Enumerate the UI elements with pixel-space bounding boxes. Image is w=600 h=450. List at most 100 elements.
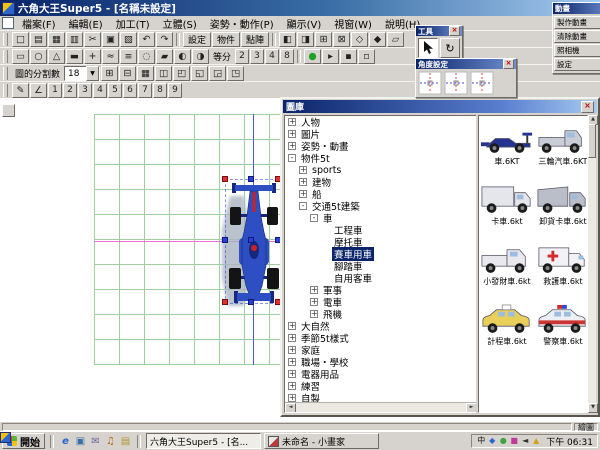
- tree-expand-box[interactable]: -: [299, 202, 307, 210]
- toolbar-grip[interactable]: [3, 33, 8, 46]
- divide-count-button[interactable]: 8: [280, 49, 295, 64]
- library-thumbnail[interactable]: 小發財車.6kt: [479, 238, 535, 298]
- menu-item[interactable]: 加工(T): [110, 16, 156, 31]
- tools-palette-title-bar[interactable]: 工具 ×: [416, 26, 462, 36]
- toolbar-icon[interactable]: ◫: [155, 66, 173, 81]
- chevron-down-icon[interactable]: ▼: [86, 66, 100, 81]
- line-tool-icon[interactable]: ▬: [66, 49, 83, 64]
- tray-icon[interactable]: ▲: [531, 436, 541, 446]
- angle-palette-title-bar[interactable]: 角度設定 ×: [416, 59, 516, 69]
- digit-button[interactable]: 5: [108, 83, 122, 98]
- toolbar-icon[interactable]: ▸: [322, 49, 340, 64]
- taskbar-task[interactable]: 未命名 - 小畫家: [264, 433, 379, 449]
- tree-expand-box[interactable]: +: [288, 370, 296, 378]
- media-player-icon[interactable]: ♫: [104, 435, 117, 448]
- toolbar-icon[interactable]: ⊞: [315, 32, 333, 47]
- tree-item[interactable]: 自用客車: [285, 272, 477, 285]
- toolbar-icon[interactable]: ◨: [297, 32, 315, 47]
- toolbar-grip[interactable]: [3, 67, 8, 80]
- toolbar-icon[interactable]: ◲: [209, 66, 227, 81]
- toolbar-icon[interactable]: ◧: [279, 32, 297, 47]
- library-thumbnail[interactable]: 救護車.6kt: [535, 238, 587, 298]
- tree-expand-box[interactable]: +: [288, 346, 296, 354]
- tray-icon[interactable]: ●: [498, 436, 508, 446]
- scroll-left-icon[interactable]: ◄: [285, 403, 296, 412]
- tree-expand-box[interactable]: +: [299, 190, 307, 198]
- tree-expand-box[interactable]: +: [288, 118, 296, 126]
- angle-axis-box[interactable]: [418, 71, 442, 95]
- tree-item[interactable]: - 交通5t建築: [285, 200, 477, 213]
- folder-icon[interactable]: ▤: [119, 435, 132, 448]
- vertical-scrollbar[interactable]: ▲ ▼: [588, 115, 598, 413]
- grid-division-combobox[interactable]: 18 ▼: [64, 66, 101, 81]
- redo-icon[interactable]: ↷: [156, 32, 173, 47]
- tree-expand-box[interactable]: +: [310, 310, 318, 318]
- toolbar-icon[interactable]: ▰: [156, 49, 173, 64]
- digit-button[interactable]: 1: [48, 83, 62, 98]
- tree-item[interactable]: 工程車: [285, 224, 477, 237]
- show-desktop-icon[interactable]: ▣: [74, 435, 87, 448]
- divide-count-button[interactable]: 4: [265, 49, 280, 64]
- toolbar-grip[interactable]: [3, 50, 8, 63]
- toolbar-icon[interactable]: ◱: [191, 66, 209, 81]
- triangle-tool-icon[interactable]: △: [48, 49, 65, 64]
- copy-icon[interactable]: ▣: [102, 32, 119, 47]
- measure-icon[interactable]: ∠: [30, 83, 47, 98]
- tree-expand-box[interactable]: +: [288, 358, 296, 366]
- close-icon[interactable]: ×: [581, 100, 594, 113]
- toolbar-icon[interactable]: ◳: [227, 66, 245, 81]
- toolbar-grip[interactable]: [3, 84, 8, 97]
- animation-button[interactable]: 清除動畫: [554, 30, 600, 43]
- menu-item[interactable]: 姿勢・動作(P): [204, 16, 280, 31]
- grid-icon[interactable]: ⊞: [101, 66, 119, 81]
- divide-count-button[interactable]: 3: [250, 49, 265, 64]
- selection-handle[interactable]: [248, 176, 254, 182]
- tray-icon[interactable]: ■: [509, 436, 519, 446]
- selection-handle[interactable]: [248, 237, 254, 243]
- select-tool-icon[interactable]: ▭: [12, 49, 29, 64]
- tree-expand-box[interactable]: +: [310, 298, 318, 306]
- tree-expand-box[interactable]: +: [288, 394, 296, 402]
- library-thumbnail[interactable]: 卡車.6kt: [479, 178, 535, 238]
- toolbar-icon[interactable]: ⊠: [333, 32, 351, 47]
- tree-item[interactable]: + 電車: [285, 296, 477, 309]
- divide-count-button[interactable]: 2: [235, 49, 250, 64]
- tree-item[interactable]: 摩托車: [285, 236, 477, 249]
- library-thumbnail[interactable]: 車.6KT: [479, 118, 535, 178]
- paste-icon[interactable]: ▧: [120, 32, 137, 47]
- selection-handle[interactable]: [222, 237, 228, 243]
- ime-indicator[interactable]: 中: [476, 436, 486, 446]
- menu-item[interactable]: 視窗(W): [328, 16, 378, 31]
- tree-expand-box[interactable]: +: [288, 142, 296, 150]
- mode-button[interactable]: 物件: [212, 32, 241, 47]
- undo-icon[interactable]: ↶: [138, 32, 155, 47]
- digit-button[interactable]: 7: [138, 83, 152, 98]
- volume-icon[interactable]: ◄: [520, 436, 530, 446]
- digit-button[interactable]: 9: [168, 83, 182, 98]
- tree-expand-box[interactable]: +: [288, 334, 296, 342]
- toolbar-icon[interactable]: ◐: [174, 49, 191, 64]
- render-icon[interactable]: ●: [304, 49, 322, 64]
- digit-button[interactable]: 3: [78, 83, 92, 98]
- library-thumbnail[interactable]: 卸貨卡車.6kt: [535, 178, 587, 238]
- toolbar-icon[interactable]: ▪: [340, 49, 358, 64]
- new-file-icon[interactable]: □: [12, 32, 29, 47]
- menu-item[interactable]: 檔案(F): [16, 16, 62, 31]
- tree-item[interactable]: + 軍事: [285, 284, 477, 297]
- tree-expand-box[interactable]: +: [288, 130, 296, 138]
- rotate-tool[interactable]: ↻: [440, 38, 460, 58]
- tree-item[interactable]: 賽車用車: [285, 247, 477, 261]
- mode-button[interactable]: 點陣: [241, 32, 270, 47]
- scroll-down-icon[interactable]: ▼: [588, 403, 598, 413]
- print-icon[interactable]: ▥: [66, 32, 83, 47]
- animation-button[interactable]: 製作動畫: [554, 16, 600, 29]
- library-title-bar[interactable]: 圖庫 ×: [283, 100, 597, 113]
- wave-tool-icon[interactable]: ≈: [102, 49, 119, 64]
- taskbar-task[interactable]: 六角大王Super5 - [名...: [0, 432, 261, 449]
- tree-expand-box[interactable]: -: [288, 154, 296, 162]
- library-thumbnail[interactable]: 警察車.6kt: [535, 298, 587, 358]
- angle-axis-box[interactable]: [444, 71, 468, 95]
- cut-icon[interactable]: ✂: [84, 32, 101, 47]
- save-icon[interactable]: ▦: [48, 32, 65, 47]
- tree-item[interactable]: 腳踏車: [285, 260, 477, 273]
